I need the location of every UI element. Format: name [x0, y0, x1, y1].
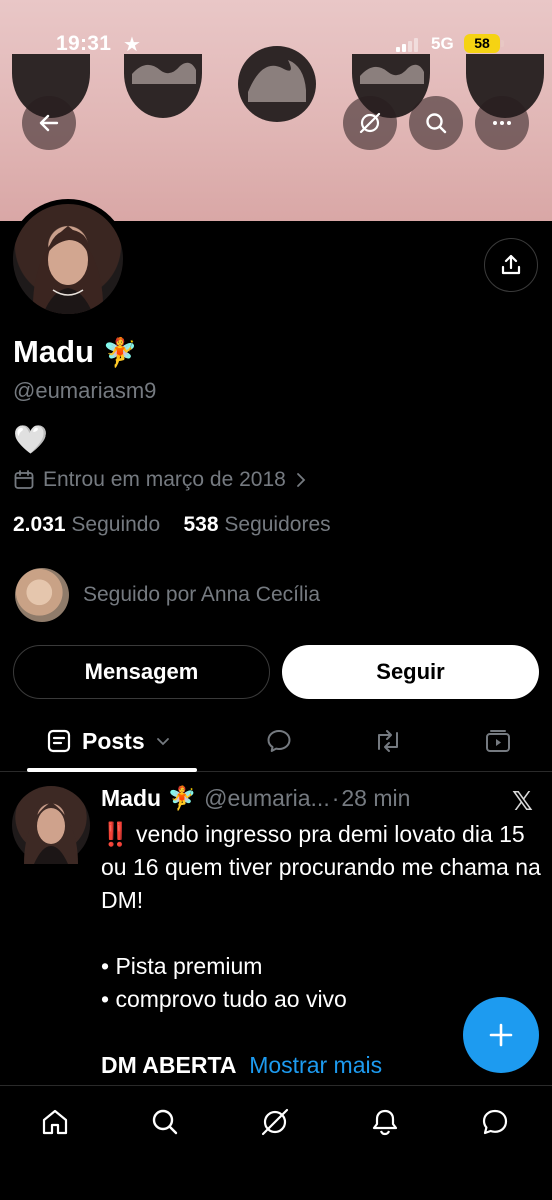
- tab-replies[interactable]: [265, 710, 293, 772]
- nav-grok[interactable]: [255, 1102, 295, 1142]
- profile-name: Madu 🧚: [13, 334, 137, 370]
- grok-icon: [359, 112, 381, 134]
- followers-label: Seguidores: [224, 513, 331, 536]
- joined-date: Entrou em março de 2018: [13, 468, 308, 492]
- post-time[interactable]: 28 min: [341, 785, 410, 812]
- share-icon: [501, 254, 521, 275]
- back-button[interactable]: [22, 96, 76, 150]
- status-bar: 19:31 ★ 5G 58: [0, 28, 552, 64]
- follow-stats: 2.031 Seguindo 538 Seguidores: [13, 513, 331, 537]
- profile-bio: 🤍: [13, 424, 48, 455]
- follow-button[interactable]: Seguir: [282, 645, 539, 699]
- plus-icon: [489, 1023, 513, 1047]
- media-icon: [486, 730, 510, 752]
- chevron-down-icon: [156, 738, 169, 746]
- post-author-name[interactable]: Madu 🧚: [101, 785, 196, 812]
- joined-text: Entrou em março de 2018: [43, 468, 286, 491]
- focus-star-icon: ★: [123, 34, 141, 56]
- nav-messages[interactable]: [475, 1102, 515, 1142]
- profile-avatar[interactable]: [13, 204, 123, 314]
- post-line-1-text: vendo ingresso pra demi lovato dia 15 ou…: [101, 821, 541, 913]
- active-tab-indicator: [27, 768, 197, 772]
- signal-icon: [396, 36, 418, 52]
- nav-search[interactable]: [145, 1102, 185, 1142]
- posts-icon: [47, 729, 71, 753]
- search-icon: [152, 1109, 178, 1135]
- following-label: Seguindo: [71, 513, 161, 536]
- post-author-handle[interactable]: @eumaria...: [204, 785, 330, 812]
- compose-button[interactable]: [463, 997, 539, 1073]
- following-count: 2.031: [13, 513, 66, 536]
- x-logo-icon: 𝕏: [512, 786, 533, 816]
- nav-home[interactable]: [35, 1102, 75, 1142]
- messages-icon: [482, 1109, 508, 1135]
- battery-indicator: 58: [464, 34, 504, 53]
- profile-handle: @eumariasm9: [13, 378, 157, 403]
- nav-notifications[interactable]: [365, 1102, 405, 1142]
- followers-count: 538: [183, 513, 219, 536]
- search-icon: [426, 113, 447, 134]
- grok-button[interactable]: [343, 96, 397, 150]
- tab-posts[interactable]: Posts: [46, 710, 171, 772]
- post-bullet-1: • Pista premium: [101, 953, 263, 979]
- profile-tabs: Posts: [0, 710, 552, 772]
- notifications-icon: [372, 1109, 398, 1136]
- follower-avatar: [15, 568, 69, 622]
- followed-by[interactable]: Seguido por Anna Cecília: [15, 568, 320, 622]
- calendar-icon: [14, 470, 34, 489]
- network-type: 5G: [431, 34, 454, 53]
- post-dm-open: DM ABERTA: [101, 1052, 237, 1078]
- post-separator: ·: [331, 785, 340, 811]
- post-blank-line: [101, 917, 546, 950]
- back-arrow-icon: [39, 114, 59, 132]
- following-link[interactable]: 2.031 Seguindo: [13, 513, 160, 536]
- tab-media[interactable]: [484, 710, 512, 772]
- show-more-link[interactable]: Mostrar mais: [249, 1052, 382, 1078]
- more-icon: [493, 121, 511, 125]
- tab-posts-label: Posts: [82, 727, 145, 754]
- message-button[interactable]: Mensagem: [13, 645, 270, 699]
- post-alert-emoji: ‼️: [101, 821, 130, 847]
- tab-reposts[interactable]: [372, 710, 404, 772]
- more-button[interactable]: [475, 96, 529, 150]
- home-icon: [42, 1109, 68, 1135]
- bottom-navigation: [0, 1085, 552, 1200]
- post-header: Madu 🧚 @eumaria... · 28 min: [101, 785, 410, 812]
- reply-icon: [267, 730, 291, 752]
- post-line-1: ‼️ vendo ingresso pra demi lovato dia 15…: [101, 818, 546, 917]
- followers-link[interactable]: 538 Seguidores: [184, 513, 331, 536]
- profile-name-text: Madu: [13, 334, 94, 369]
- post-author-name-text: Madu: [101, 785, 162, 811]
- followed-by-text: Seguido por Anna Cecília: [83, 583, 320, 606]
- status-time: 19:31: [56, 32, 112, 55]
- grok-icon: [261, 1108, 289, 1136]
- post-author-emoji: 🧚: [167, 785, 197, 811]
- search-button[interactable]: [409, 96, 463, 150]
- chevron-right-icon[interactable]: [294, 471, 308, 489]
- post-avatar[interactable]: [12, 786, 90, 864]
- share-button[interactable]: [484, 238, 538, 292]
- profile-name-emoji: 🧚: [102, 337, 138, 368]
- retweet-icon: [378, 730, 398, 752]
